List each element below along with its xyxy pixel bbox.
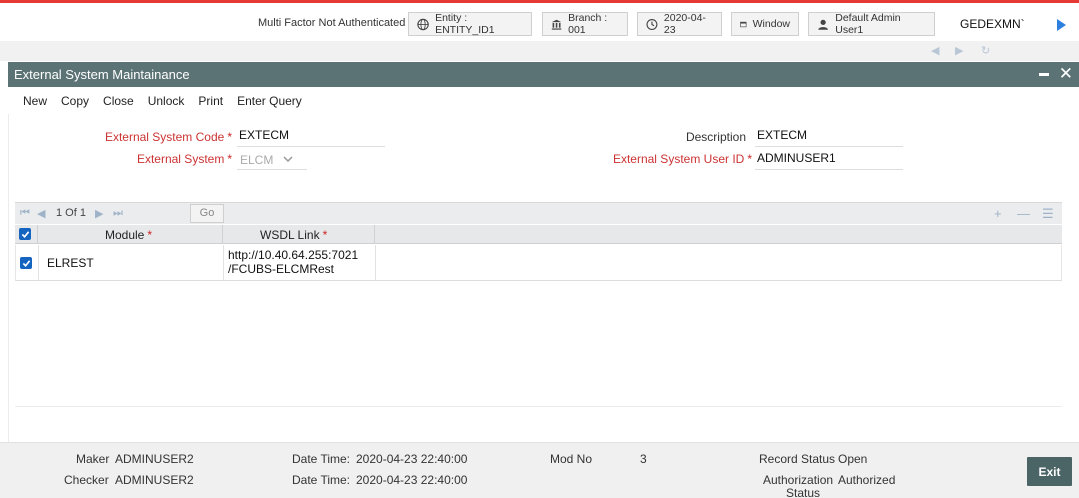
user-icon <box>818 19 828 30</box>
menu-close[interactable]: Close <box>103 94 134 108</box>
external-system-label: External System * <box>136 152 232 166</box>
menu-print[interactable]: Print <box>198 94 223 108</box>
window-button[interactable]: Window <box>731 12 799 36</box>
external-system-user-id-field[interactable]: ADMINUSER1 <box>755 150 903 170</box>
first-page-icon[interactable]: ⏮ <box>20 207 30 220</box>
window-label: Window <box>752 18 790 30</box>
authorization-status-label: Authorization <box>763 473 834 487</box>
row-checkbox[interactable] <box>20 257 32 269</box>
prev-page-icon[interactable]: ◀ <box>37 207 45 220</box>
go-button[interactable]: Go <box>190 204 224 223</box>
globe-icon <box>417 18 429 30</box>
entity-label: Entity : ENTITY_ID1 <box>435 12 495 36</box>
menu-unlock[interactable]: Unlock <box>148 94 185 108</box>
external-system-code-field[interactable]: EXTECM <box>237 127 385 147</box>
module-cell[interactable]: ELREST <box>47 256 94 270</box>
last-page-icon[interactable]: ⏭ <box>113 207 123 220</box>
clock-icon <box>646 18 658 30</box>
column-divider <box>222 225 223 243</box>
window-title: External System Maintainance <box>14 67 190 82</box>
top-toolbar: Multi Factor Not Authenticated Entity : … <box>0 3 1079 41</box>
mod-no-label: Mod No <box>550 452 593 466</box>
external-system-select[interactable]: ELCM <box>237 150 307 170</box>
exit-button[interactable]: Exit <box>1027 457 1072 486</box>
description-field[interactable]: EXTECM <box>755 127 903 147</box>
check-icon <box>22 259 30 267</box>
authorization-status-label-line2: Status <box>786 486 821 498</box>
date-button[interactable]: 2020-04-23 <box>637 12 722 36</box>
next-page-icon[interactable]: ▶ <box>95 207 103 220</box>
add-row-icon[interactable]: + <box>994 206 1002 221</box>
user-button[interactable]: Default Admin User1 <box>808 12 935 36</box>
external-system-user-id-label: External System User ID * <box>612 152 752 166</box>
list-view-icon[interactable]: ☰ <box>1042 206 1054 222</box>
user-id: GEDEXMN` <box>960 17 1025 31</box>
prev-arrow-icon[interactable]: ◀ <box>931 44 939 57</box>
minimize-icon[interactable] <box>1039 73 1049 76</box>
menu-enter-query[interactable]: Enter Query <box>237 94 302 108</box>
entity-button[interactable]: Entity : ENTITY_ID1 <box>408 12 532 36</box>
grid-pager: ⏮ ◀ 1 Of 1 ▶ ⏭ Go + — ☰ <box>15 202 1062 224</box>
branch-label: Branch : 001 <box>568 12 608 36</box>
menu-copy[interactable]: Copy <box>61 94 89 108</box>
delete-row-icon[interactable]: — <box>1017 206 1030 221</box>
next-arrow-icon[interactable]: ▶ <box>955 44 963 57</box>
mfa-status: Multi Factor Not Authenticated <box>258 17 406 29</box>
check-icon <box>21 230 29 238</box>
pager-text: 1 Of 1 <box>56 207 86 219</box>
play-icon[interactable] <box>1057 19 1066 31</box>
menu-new[interactable]: New <box>23 94 47 108</box>
column-divider <box>38 245 39 280</box>
bank-icon <box>551 19 562 30</box>
wsdl-link-cell-line1[interactable]: http://10.40.64.255:7021 <box>228 248 358 262</box>
window-icon <box>740 21 747 27</box>
nav-strip: ◀ ▶ ↻ <box>0 41 1079 61</box>
module-column-header[interactable]: Module * <box>105 228 152 242</box>
user-label: Default Admin User1 <box>835 12 901 36</box>
maker-datetime-value: 2020-04-23 22:40:00 <box>356 452 468 466</box>
audit-footer: Maker ADMINUSER2 Checker ADMINUSER2 Date… <box>0 442 1079 498</box>
description-label: Description <box>685 130 746 144</box>
column-divider <box>223 245 224 280</box>
external-system-code-label: External System Code * <box>104 130 232 144</box>
select-all-checkbox[interactable] <box>19 228 31 240</box>
branch-button[interactable]: Branch : 001 <box>542 12 628 36</box>
authorization-status-value: Authorized <box>838 473 896 487</box>
window-title-bar: External System Maintainance ✕ <box>8 62 1079 87</box>
checker-value: ADMINUSER2 <box>115 473 194 487</box>
menu-bar: New Copy Close Unlock Print Enter Query <box>8 88 1079 114</box>
record-status-label: Record Status <box>759 452 836 466</box>
column-divider <box>37 225 38 243</box>
grid-header: Module * WSDL Link * <box>15 225 1062 244</box>
table-row[interactable]: ELREST http://10.40.64.255:7021 /FCUBS-E… <box>15 245 1062 281</box>
maker-value: ADMINUSER2 <box>115 452 194 466</box>
column-divider <box>375 245 376 280</box>
maker-datetime-label: Date Time: <box>292 452 351 466</box>
checker-datetime-value: 2020-04-23 22:40:00 <box>356 473 468 487</box>
chevron-down-icon <box>283 156 293 163</box>
record-status-value: Open <box>838 452 868 466</box>
external-system-value: ELCM <box>240 152 274 167</box>
checker-datetime-label: Date Time: <box>292 473 351 487</box>
wsdl-link-cell-line2[interactable]: /FCUBS-ELCMRest <box>228 262 334 276</box>
refresh-icon[interactable]: ↻ <box>981 44 990 57</box>
wsdl-link-column-header[interactable]: WSDL Link * <box>260 228 327 242</box>
mod-no-value: 3 <box>640 452 647 466</box>
grid-bottom-divider <box>15 406 1062 407</box>
checker-label: Checker <box>64 473 109 487</box>
date-label: 2020-04-23 <box>663 12 706 36</box>
close-icon[interactable]: ✕ <box>1059 65 1073 83</box>
column-divider <box>374 225 375 243</box>
maker-label: Maker <box>76 452 110 466</box>
